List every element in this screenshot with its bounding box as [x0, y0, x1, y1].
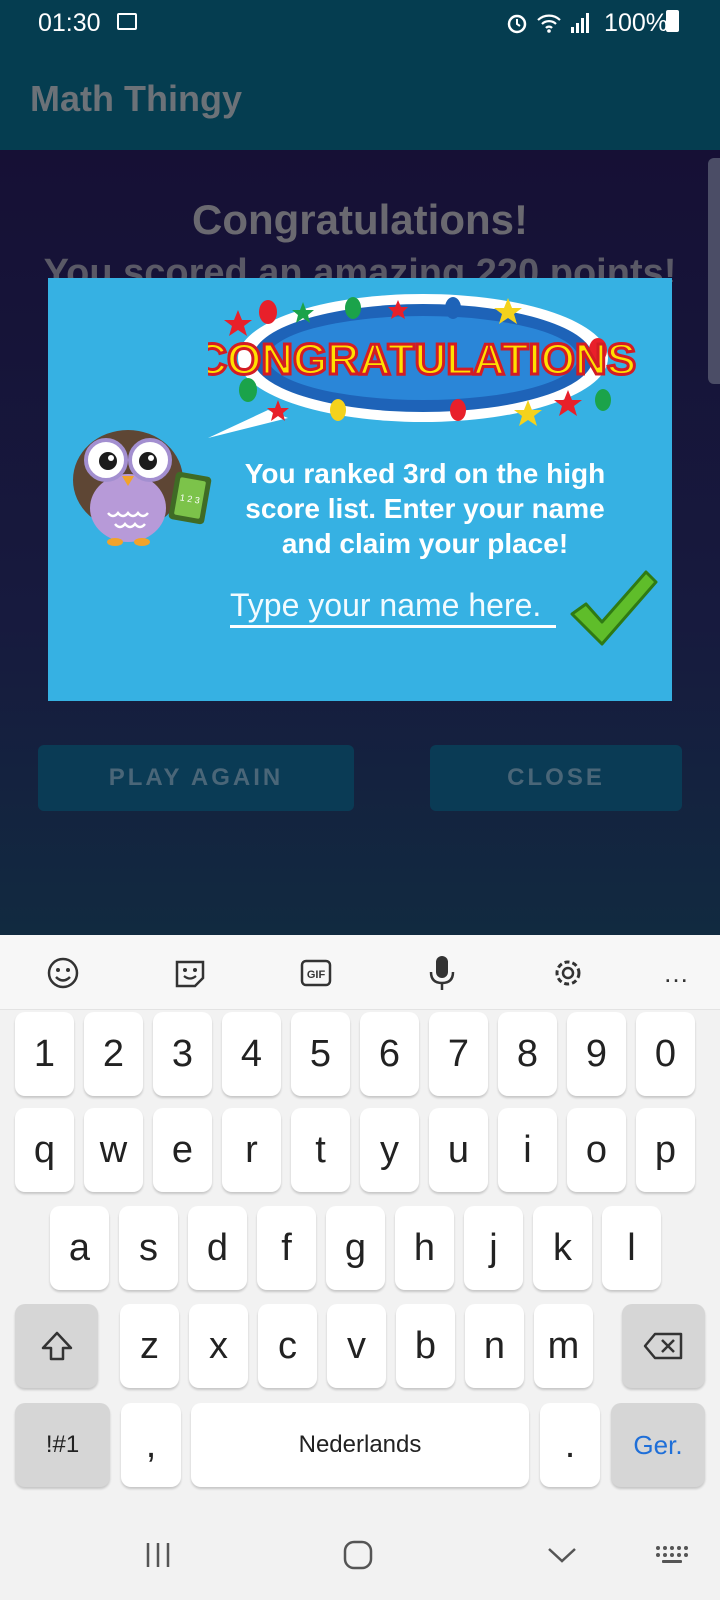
done-action-key[interactable]: Ger. — [611, 1403, 705, 1487]
gif-label: GIF — [307, 969, 326, 981]
key-t[interactable]: t — [291, 1108, 350, 1192]
symbols-key[interactable]: !#1 — [15, 1403, 110, 1487]
key-e[interactable]: e — [153, 1108, 212, 1192]
key-9[interactable]: 9 — [567, 1012, 626, 1096]
play-again-button[interactable]: PLAY AGAIN — [38, 745, 354, 811]
keyboard-toolbar: GIF … — [0, 935, 720, 1010]
key-8[interactable]: 8 — [498, 1012, 557, 1096]
key-l[interactable]: l — [602, 1206, 661, 1290]
key-6[interactable]: 6 — [360, 1012, 419, 1096]
key-h[interactable]: h — [395, 1206, 454, 1290]
banner-text: CONGRATULATIONS! — [208, 335, 638, 384]
key-g[interactable]: g — [326, 1206, 385, 1290]
key-s[interactable]: s — [119, 1206, 178, 1290]
key-c[interactable]: c — [258, 1304, 317, 1388]
close-button[interactable]: CLOSE — [430, 745, 682, 811]
key-v[interactable]: v — [327, 1304, 386, 1388]
shift-key[interactable] — [15, 1304, 98, 1388]
home-icon[interactable] — [328, 1530, 388, 1580]
key-3[interactable]: 3 — [153, 1012, 212, 1096]
system-navigation-bar — [0, 1510, 720, 1600]
backspace-key[interactable] — [622, 1304, 705, 1388]
result-heading: Congratulations! — [192, 196, 528, 243]
player-name-input[interactable] — [230, 586, 556, 628]
key-u[interactable]: u — [429, 1108, 488, 1192]
recent-apps-icon[interactable] — [128, 1530, 188, 1580]
key-i[interactable]: i — [498, 1108, 557, 1192]
key-k[interactable]: k — [533, 1206, 592, 1290]
key-j[interactable]: j — [464, 1206, 523, 1290]
key-z[interactable]: z — [120, 1304, 179, 1388]
key-b[interactable]: b — [396, 1304, 455, 1388]
key-4[interactable]: 4 — [222, 1012, 281, 1096]
more-icon[interactable]: … — [652, 949, 700, 997]
gallery-notification-icon — [117, 13, 137, 30]
sticker-icon[interactable] — [166, 949, 214, 997]
owl-mascot: 1 2 3 — [73, 430, 212, 546]
key-w[interactable]: w — [84, 1108, 143, 1192]
app-title: Math Thingy — [30, 78, 242, 119]
congratulations-banner: CONGRATULATIONS! — [208, 294, 638, 438]
key-m[interactable]: m — [534, 1304, 593, 1388]
key-x[interactable]: x — [189, 1304, 248, 1388]
key-r[interactable]: r — [222, 1108, 281, 1192]
confirm-checkmark-icon[interactable] — [568, 568, 660, 648]
key-f[interactable]: f — [257, 1206, 316, 1290]
high-score-dialog: CONGRATULATIONS! 1 2 3 You ranked 3rd on… — [48, 278, 672, 701]
key-2[interactable]: 2 — [84, 1012, 143, 1096]
keyboard-switch-icon[interactable] — [642, 1530, 702, 1580]
key-y[interactable]: y — [360, 1108, 419, 1192]
wifi-icon — [537, 14, 561, 33]
battery-percentage: 100% — [604, 9, 668, 37]
key-n[interactable]: n — [465, 1304, 524, 1388]
gif-icon[interactable]: GIF — [292, 949, 340, 997]
key-d[interactable]: d — [188, 1206, 247, 1290]
key-7[interactable]: 7 — [429, 1012, 488, 1096]
emoji-icon[interactable] — [39, 949, 87, 997]
key-q[interactable]: q — [15, 1108, 74, 1192]
status-time: 01:30 — [38, 9, 101, 37]
key-1[interactable]: 1 — [15, 1012, 74, 1096]
battery-icon — [666, 10, 679, 32]
microphone-icon[interactable] — [418, 949, 466, 997]
key-p[interactable]: p — [636, 1108, 695, 1192]
period-key[interactable]: . — [540, 1403, 600, 1487]
hide-keyboard-chevron-icon[interactable] — [532, 1530, 592, 1580]
signal-icon — [571, 13, 589, 33]
key-o[interactable]: o — [567, 1108, 626, 1192]
high-score-message: You ranked 3rd on the high score list. E… — [244, 458, 606, 559]
space-key[interactable]: Nederlands — [191, 1403, 529, 1487]
key-0[interactable]: 0 — [636, 1012, 695, 1096]
alarm-icon — [507, 14, 527, 34]
status-icons — [506, 12, 590, 34]
status-bar: 01:30 100% — [0, 0, 720, 46]
settings-icon[interactable] — [544, 949, 592, 997]
key-a[interactable]: a — [50, 1206, 109, 1290]
key-5[interactable]: 5 — [291, 1012, 350, 1096]
comma-key[interactable]: , — [121, 1403, 181, 1487]
